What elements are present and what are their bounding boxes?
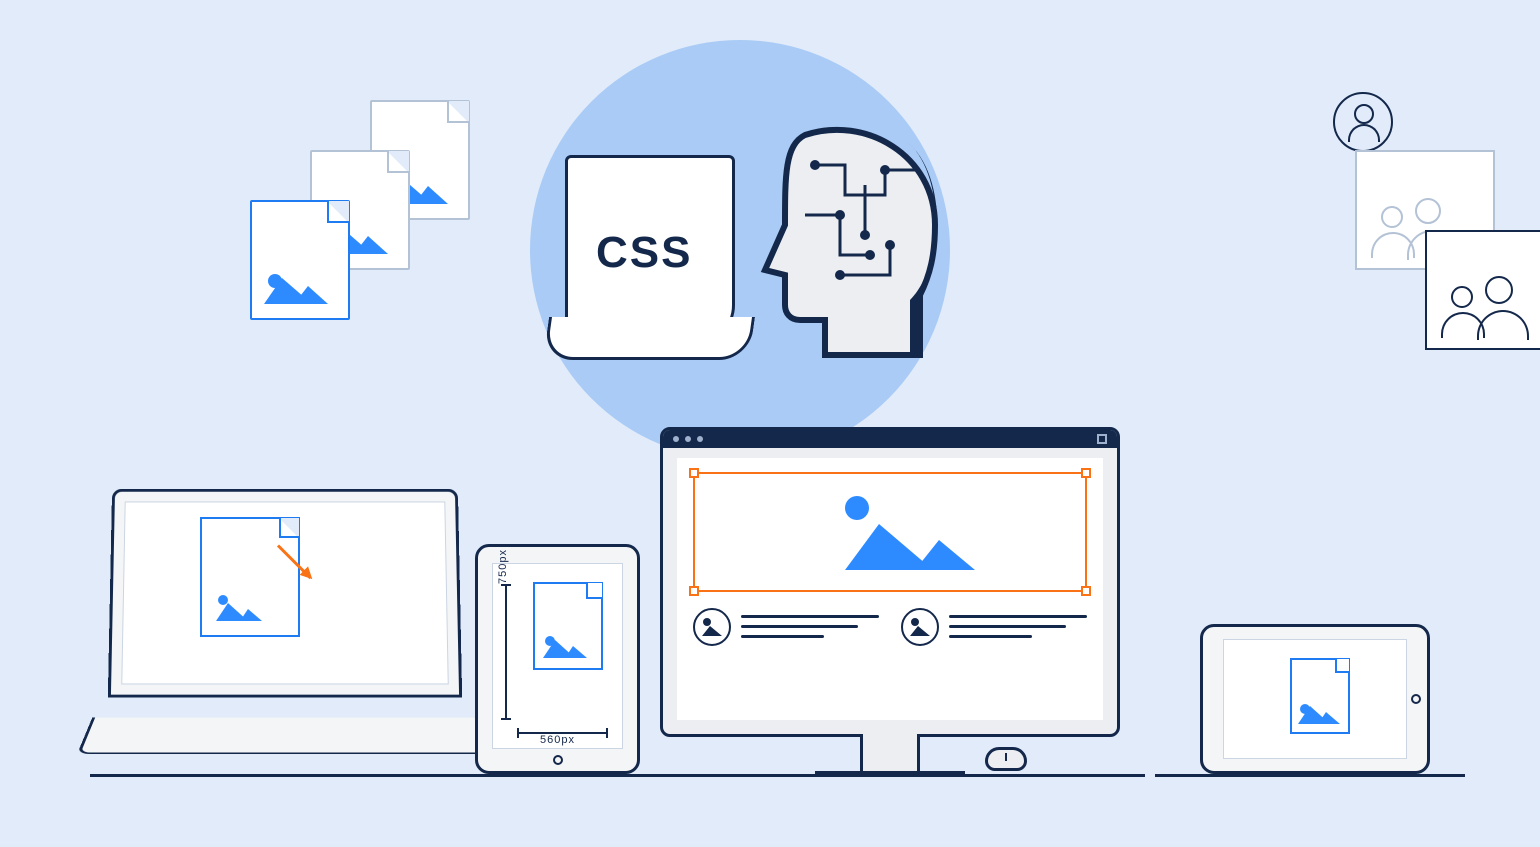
tablet-image-file-icon [533, 582, 603, 670]
resize-handle-icon [1081, 586, 1091, 596]
thumbnail-icon [901, 608, 939, 646]
content-columns [693, 608, 1087, 646]
avatar-circle-icon [1333, 92, 1393, 152]
ai-head-icon [745, 115, 955, 365]
monitor-stand [860, 734, 920, 774]
resize-handle-icon [689, 586, 699, 596]
window-titlebar [663, 430, 1117, 448]
resize-handle-icon [689, 468, 699, 478]
desk-surface-line [90, 774, 470, 777]
laptop-keyboard [77, 717, 493, 754]
width-dimension-label: 560px [540, 734, 575, 746]
desk-surface-line [445, 774, 1145, 777]
mouse-icon [985, 747, 1027, 771]
resize-handle-icon [1081, 468, 1091, 478]
desktop-monitor-icon [660, 427, 1120, 737]
css-responsive-illustration: CSS [0, 0, 1540, 847]
tablet-landscape-device-icon [1200, 624, 1430, 774]
laptop-image-file-icon [200, 517, 300, 637]
monitor-foot [815, 771, 965, 774]
css-label: CSS [596, 228, 692, 278]
desk-surface-line [1155, 774, 1465, 777]
tablet2-image-file-icon [1290, 658, 1350, 734]
height-dimension-label: 750px [497, 549, 509, 584]
thumbnail-icon [693, 608, 731, 646]
tablet-portrait-device-icon: 750px 560px [475, 544, 640, 774]
css-document-icon: CSS [565, 155, 735, 345]
hero-image-selection [693, 472, 1087, 592]
